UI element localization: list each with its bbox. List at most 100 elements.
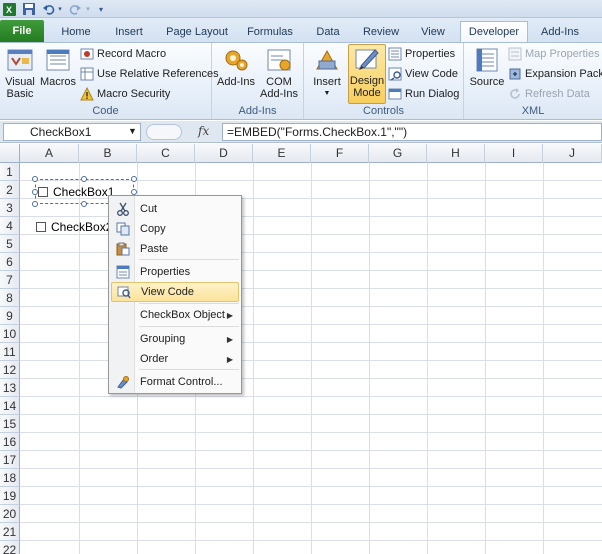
formula-bar-resize-handle[interactable] (146, 124, 182, 140)
map-properties-button[interactable]: Map Properties (508, 45, 600, 63)
use-relative-references-button[interactable]: Use Relative References (80, 65, 219, 83)
group-controls: Insert ▼ Design Mode Properties View Cod… (304, 43, 464, 119)
resize-handle[interactable] (32, 176, 38, 182)
row-header-10[interactable]: 10 (0, 325, 20, 343)
name-box[interactable]: CheckBox1 (3, 123, 141, 141)
resize-handle[interactable] (81, 176, 87, 182)
row-header-13[interactable]: 13 (0, 379, 20, 397)
macro-security-button[interactable]: Macro Security (80, 85, 170, 103)
properties-button[interactable]: Properties (388, 45, 455, 63)
menu-item-grouping[interactable]: Grouping ▶ (111, 329, 239, 349)
menu-item-order[interactable]: Order ▶ (111, 349, 239, 369)
group-controls-label: Controls (363, 105, 404, 117)
tab-review[interactable]: Review (356, 21, 406, 42)
row-header-22[interactable]: 22 (0, 541, 20, 554)
tab-formulas[interactable]: Formulas (240, 21, 300, 42)
row-header-2[interactable]: 2 (0, 181, 20, 199)
checkbox1-control[interactable]: CheckBox1 (38, 185, 114, 199)
row-header-6[interactable]: 6 (0, 253, 20, 271)
macros-button[interactable]: Macros (40, 46, 76, 88)
menu-item-view-code[interactable]: View Code (111, 282, 239, 302)
row-header-8[interactable]: 8 (0, 289, 20, 307)
column-header-h[interactable]: H (427, 144, 485, 163)
undo-icon[interactable] (42, 1, 56, 17)
run-dialog-icon (388, 87, 402, 101)
refresh-data-button[interactable]: Refresh Data (508, 85, 590, 103)
record-macro-button[interactable]: Record Macro (80, 45, 166, 63)
column-header-j[interactable]: J (543, 144, 602, 163)
source-button[interactable]: Source (468, 46, 506, 88)
row-header-17[interactable]: 17 (0, 451, 20, 469)
column-header-g[interactable]: G (369, 144, 427, 163)
column-header-c[interactable]: C (137, 144, 195, 163)
menu-item-format-control[interactable]: Format Control... (111, 372, 239, 392)
tab-insert[interactable]: Insert (106, 21, 152, 42)
tab-developer[interactable]: Developer (460, 21, 528, 42)
row-header-19[interactable]: 19 (0, 487, 20, 505)
undo-dropdown-icon[interactable]: ▾ (56, 1, 64, 17)
menu-item-checkbox-object[interactable]: CheckBox Object ▶ (111, 305, 239, 325)
menu-item-properties[interactable]: Properties (111, 262, 239, 282)
tab-add-ins[interactable]: Add-Ins (532, 21, 588, 42)
visual-basic-button[interactable]: Visual Basic (2, 46, 38, 100)
row-header-14[interactable]: 14 (0, 397, 20, 415)
menu-item-paste[interactable]: Paste (111, 239, 239, 259)
insert-control-button[interactable]: Insert ▼ (308, 46, 346, 100)
column-header-i[interactable]: I (485, 144, 543, 163)
column-header-f[interactable]: F (311, 144, 369, 163)
tab-file[interactable]: File (0, 20, 44, 42)
row-header-18[interactable]: 18 (0, 469, 20, 487)
redo-dropdown-icon[interactable]: ▾ (84, 1, 92, 17)
run-dialog-button[interactable]: Run Dialog (388, 85, 459, 103)
toolbox-icon (312, 46, 342, 74)
row-header-5[interactable]: 5 (0, 235, 20, 253)
redo-icon[interactable] (68, 1, 82, 17)
row-header-12[interactable]: 12 (0, 361, 20, 379)
tab-page-layout[interactable]: Page Layout (160, 21, 234, 42)
resize-handle[interactable] (32, 201, 38, 207)
column-header-e[interactable]: E (253, 144, 311, 163)
add-ins-button[interactable]: Add-Ins (216, 46, 256, 88)
row-header-4[interactable]: 4 (0, 217, 20, 235)
menu-item-view-code-label: View Code (141, 286, 194, 298)
design-mode-button[interactable]: Design Mode (348, 44, 386, 104)
row-header-7[interactable]: 7 (0, 271, 20, 289)
menu-item-paste-label: Paste (140, 243, 169, 255)
row-header-16[interactable]: 16 (0, 433, 20, 451)
formula-input[interactable]: =EMBED("Forms.CheckBox.1","") (222, 123, 602, 141)
row-header-9[interactable]: 9 (0, 307, 20, 325)
resize-handle[interactable] (81, 201, 87, 207)
expansion-packs-button[interactable]: Expansion Packs (508, 65, 602, 83)
tab-data[interactable]: Data (308, 21, 348, 42)
row-header-20[interactable]: 20 (0, 505, 20, 523)
name-box-dropdown-icon[interactable]: ▼ (128, 123, 137, 139)
row-header-11[interactable]: 11 (0, 343, 20, 361)
menu-item-copy[interactable]: Copy (111, 219, 239, 239)
column-header-d[interactable]: D (195, 144, 253, 163)
com-add-ins-button[interactable]: COM Add-Ins (258, 46, 300, 100)
customize-qat-icon[interactable]: ▾ (96, 1, 106, 17)
properties-icon (114, 263, 132, 281)
excel-icon[interactable]: X (2, 1, 16, 17)
checkbox2-box[interactable] (36, 222, 46, 232)
menu-item-grouping-label: Grouping (140, 333, 186, 345)
insert-function-icon[interactable]: fx (198, 124, 209, 138)
checkbox1-box[interactable] (38, 187, 48, 197)
tab-view[interactable]: View (412, 21, 454, 42)
save-icon[interactable] (22, 1, 36, 17)
row-header-1[interactable]: 1 (0, 163, 20, 181)
column-header-a[interactable]: A (20, 144, 79, 163)
tab-home[interactable]: Home (52, 21, 100, 42)
view-code-label: View Code (405, 68, 458, 80)
select-all-corner[interactable] (0, 144, 20, 163)
menu-separator (139, 303, 239, 304)
checkbox2-control[interactable]: CheckBox2 (36, 220, 112, 234)
row-header-21[interactable]: 21 (0, 523, 20, 541)
formula-bar: CheckBox1 ▼ fx =EMBED("Forms.CheckBox.1"… (0, 121, 602, 143)
row-header-3[interactable]: 3 (0, 199, 20, 217)
view-code-button[interactable]: View Code (388, 65, 458, 83)
resize-handle[interactable] (131, 176, 137, 182)
row-header-15[interactable]: 15 (0, 415, 20, 433)
menu-item-cut[interactable]: Cut (111, 199, 239, 219)
column-header-b[interactable]: B (79, 144, 137, 163)
